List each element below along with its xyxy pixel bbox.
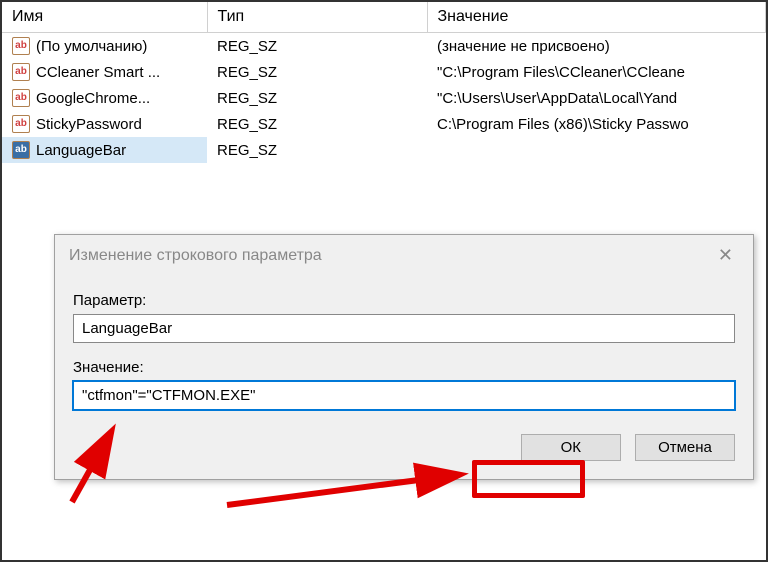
registry-table: Имя Тип Значение (По умолчанию)REG_SZ(зн… [2,2,766,163]
ok-button[interactable]: ОК [521,434,621,461]
value-label: Значение: [73,359,735,376]
row-name: GoogleChrome... [36,90,150,107]
reg-string-icon [12,37,30,55]
reg-string-icon [12,115,30,133]
row-type: REG_SZ [207,33,427,60]
table-row[interactable]: LanguageBar REG_SZ [2,137,766,163]
row-type: REG_SZ [207,59,427,85]
row-value: "C:\Program Files\CCleaner\CCleane [427,59,766,85]
table-row[interactable]: CCleaner Smart ... REG_SZ"C:\Program File… [2,59,766,85]
close-icon[interactable]: ✕ [712,245,739,266]
param-label: Параметр: [73,292,735,309]
value-input[interactable] [73,381,735,410]
column-header-name[interactable]: Имя [2,2,207,33]
dialog-title: Изменение строкового параметра [69,247,322,265]
reg-string-icon [12,63,30,81]
row-value: (значение не присвоено) [427,33,766,60]
row-type: REG_SZ [207,85,427,111]
row-value: C:\Program Files (x86)\Sticky Passwo [427,111,766,137]
row-name: (По умолчанию) [36,38,147,55]
table-row[interactable]: GoogleChrome... REG_SZ"C:\Users\User\AppD… [2,85,766,111]
table-row[interactable]: StickyPassword REG_SZC:\Program Files (x8… [2,111,766,137]
edit-string-dialog: Изменение строкового параметра ✕ Парамет… [54,234,754,480]
cancel-button[interactable]: Отмена [635,434,735,461]
row-name: CCleaner Smart ... [36,64,160,81]
reg-string-icon [12,141,30,159]
row-name: LanguageBar [36,142,126,159]
row-value [427,137,766,163]
table-row[interactable]: (По умолчанию) REG_SZ(значение не присвое… [2,33,766,60]
param-input[interactable] [73,314,735,343]
reg-string-icon [12,89,30,107]
column-header-value[interactable]: Значение [427,2,766,33]
row-name: StickyPassword [36,116,142,133]
row-value: "C:\Users\User\AppData\Local\Yand [427,85,766,111]
row-type: REG_SZ [207,137,427,163]
column-header-type[interactable]: Тип [207,2,427,33]
row-type: REG_SZ [207,111,427,137]
